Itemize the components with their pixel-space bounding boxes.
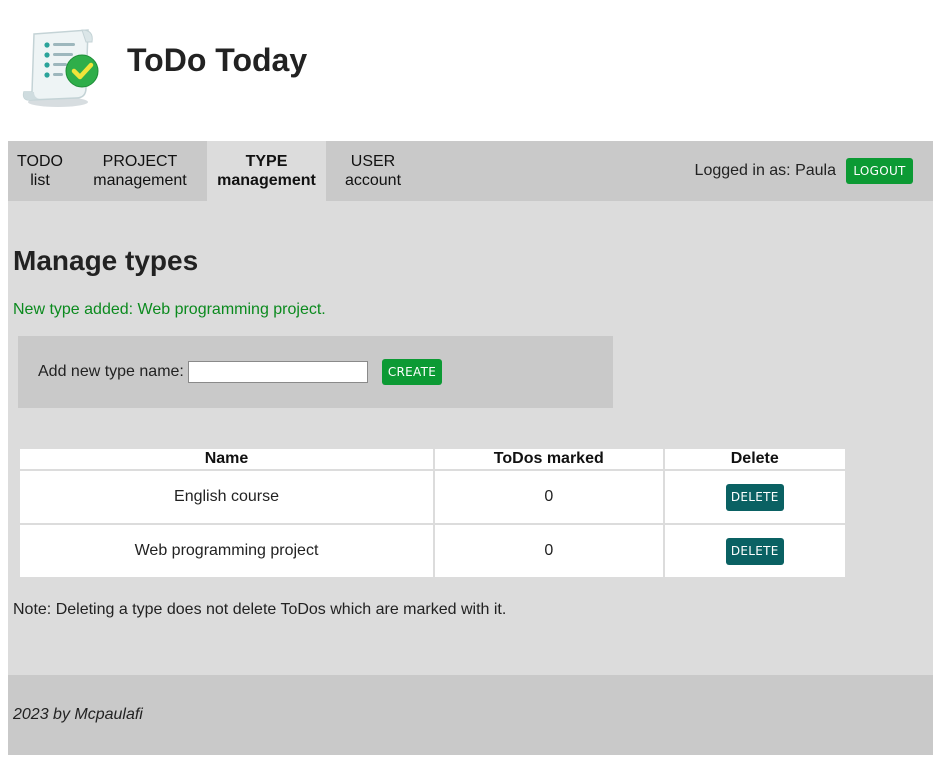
type-name-input[interactable] <box>188 361 368 383</box>
page-title: Manage types <box>13 245 199 276</box>
checklist-scroll-icon <box>22 29 99 107</box>
table-row: English course 0 DELETE <box>20 471 845 523</box>
delete-cell: DELETE <box>664 525 845 577</box>
add-type-label: Add new type name: <box>38 363 184 380</box>
nav-item-sublabel: management <box>217 172 316 189</box>
logout-button[interactable]: LOGOUT <box>846 158 913 184</box>
types-table: Name ToDos marked Delete English course … <box>18 447 847 579</box>
success-message: New type added: Web programming project. <box>13 301 326 318</box>
footer-text: 2023 by Mcpaulafi <box>13 706 143 723</box>
todos-count-cell: 0 <box>435 525 663 577</box>
delete-button[interactable]: DELETE <box>725 483 784 511</box>
nav-item-sublabel: account <box>344 172 402 189</box>
header: ToDo Today <box>0 0 945 141</box>
nav-item-label: TODO <box>17 153 63 170</box>
nav-item-type-management[interactable]: TYPE management <box>207 141 326 201</box>
column-header-todos-marked: ToDos marked <box>435 449 663 469</box>
nav-item-user-account[interactable]: USER account <box>338 141 408 201</box>
main-nav: TODO list PROJECT management TYPE manage… <box>8 141 933 201</box>
todos-count-cell: 0 <box>435 471 663 523</box>
create-button[interactable]: CREATE <box>382 359 442 385</box>
nav-item-label: PROJECT <box>102 153 178 170</box>
logged-in-status: Logged in as: Paula <box>694 162 836 179</box>
add-type-form: Add new type name: CREATE <box>18 336 613 408</box>
table-header-row: Name ToDos marked Delete <box>20 449 845 469</box>
type-name-cell: English course <box>20 471 433 523</box>
delete-note: Note: Deleting a type does not delete To… <box>13 601 507 618</box>
nav-item-todo-list[interactable]: TODO list <box>8 141 72 201</box>
table-row: Web programming project 0 DELETE <box>20 525 845 577</box>
column-header-name: Name <box>20 449 433 469</box>
footer: 2023 by Mcpaulafi <box>8 675 933 755</box>
nav-item-project-management[interactable]: PROJECT management <box>85 141 195 201</box>
nav-item-label: TYPE <box>245 153 288 170</box>
nav-item-sublabel: list <box>30 172 50 189</box>
column-header-delete: Delete <box>664 449 845 469</box>
main-content: Manage types New type added: Web program… <box>8 201 933 675</box>
nav-item-label: USER <box>350 153 396 170</box>
delete-button[interactable]: DELETE <box>725 537 784 565</box>
delete-cell: DELETE <box>664 471 845 523</box>
nav-item-sublabel: management <box>93 172 187 189</box>
app-title: ToDo Today <box>127 42 308 78</box>
type-name-cell: Web programming project <box>20 525 433 577</box>
